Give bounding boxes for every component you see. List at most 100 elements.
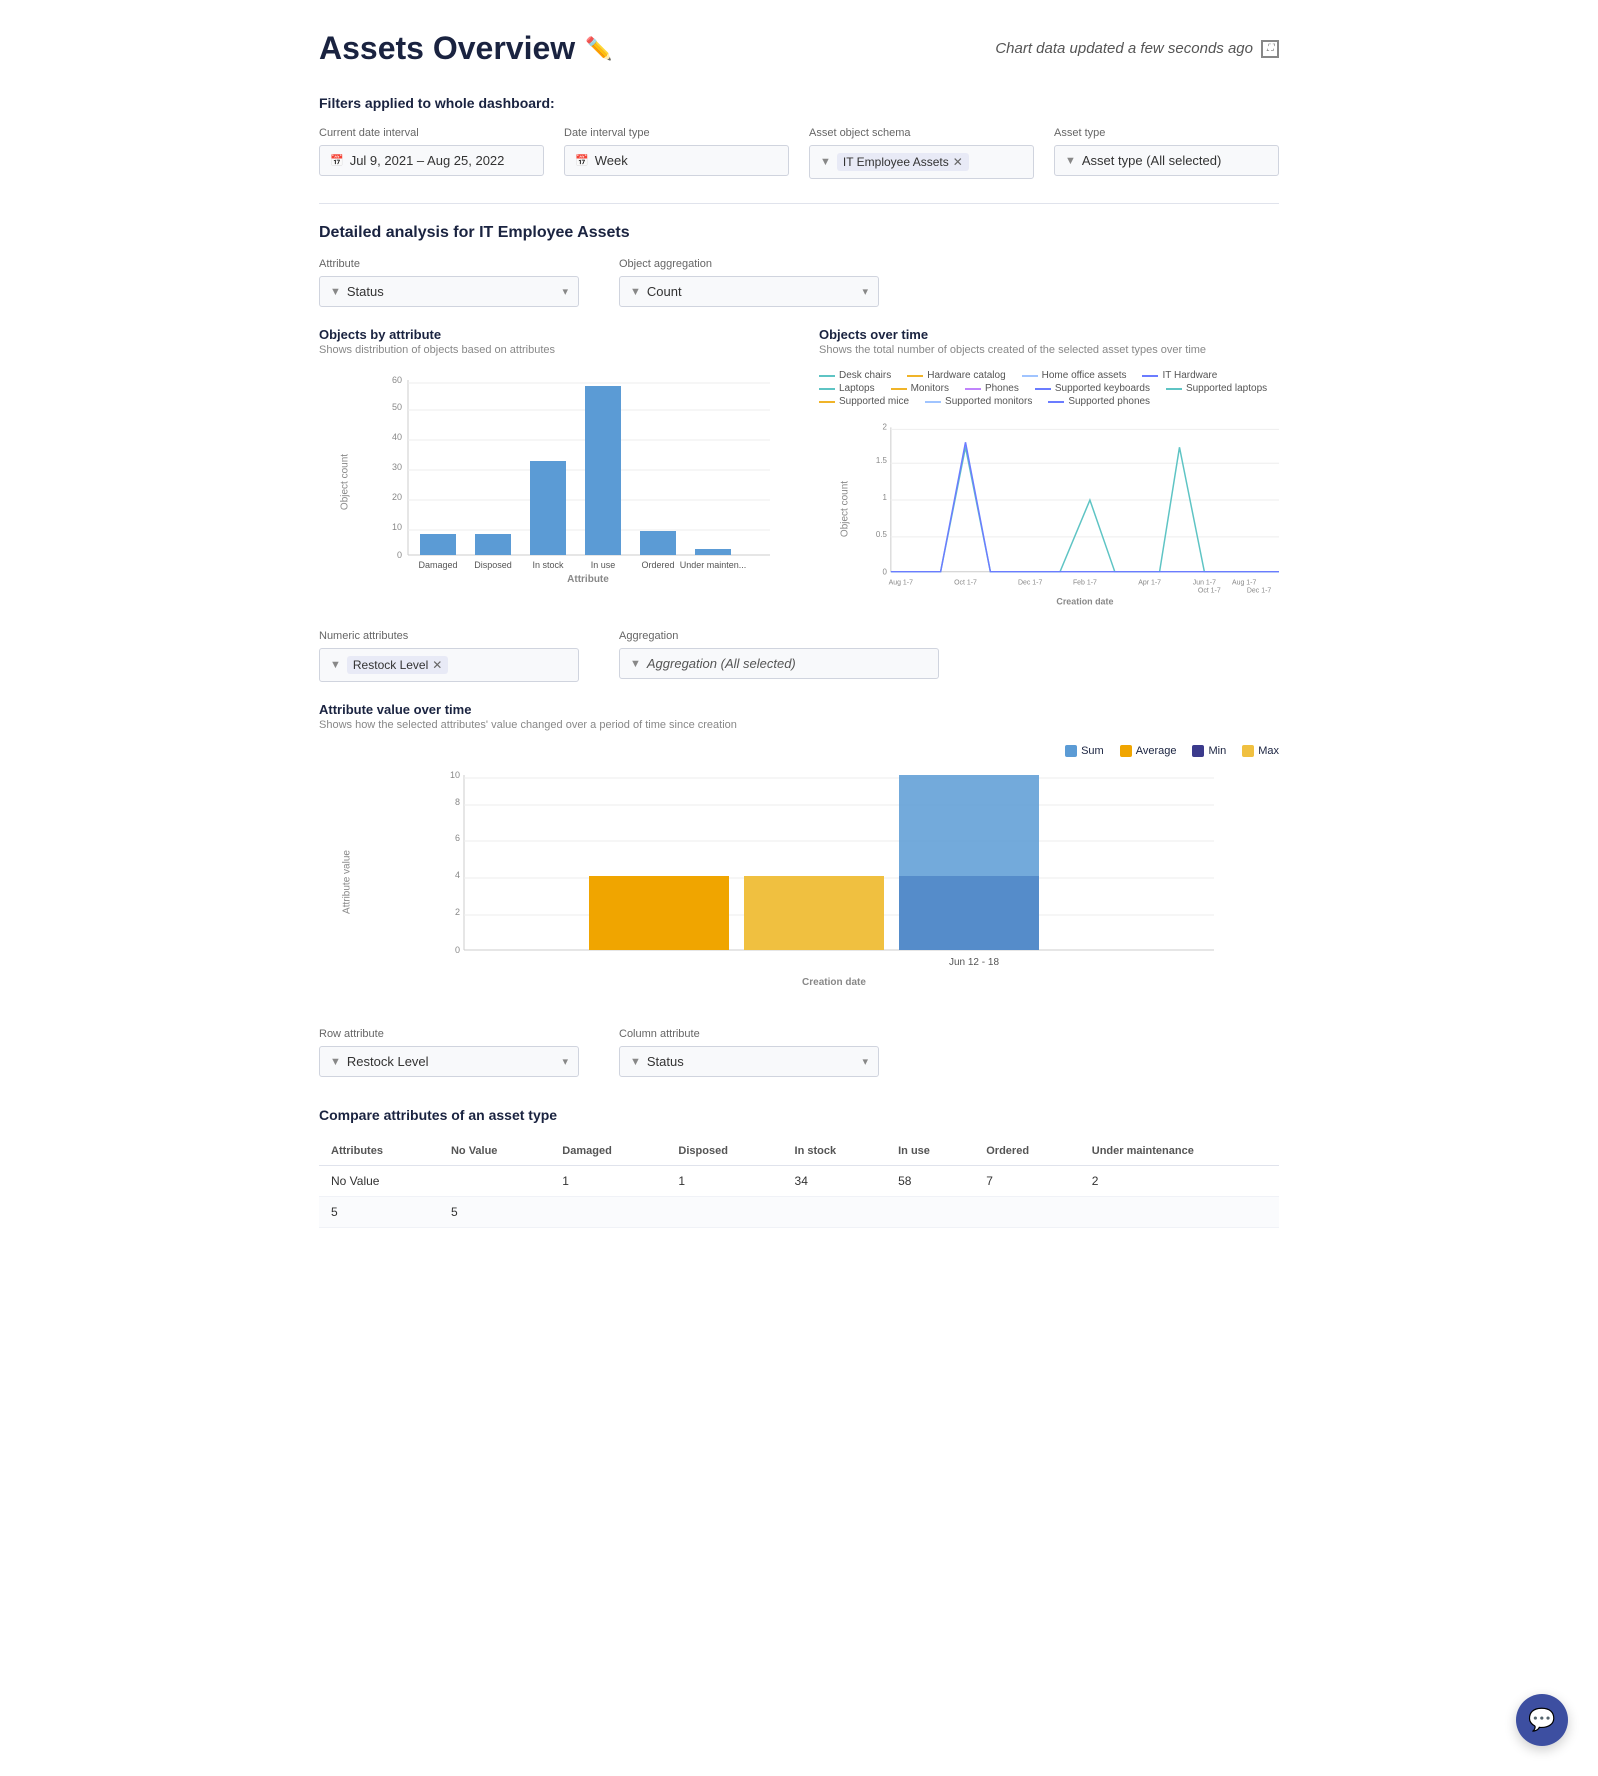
aggregation-value: Count [647,284,682,299]
th-damaged: Damaged [550,1137,666,1166]
svg-text:Disposed: Disposed [474,560,512,570]
row-attr-value: Restock Level [347,1054,429,1069]
numeric-attrs-dropdown[interactable]: ▼ Restock Level ✕ [319,648,579,682]
svg-text:1.5: 1.5 [876,456,888,465]
legend-color-sup-phones [1048,401,1064,403]
svg-text:60: 60 [392,375,402,385]
obj-attr-title: Objects by attribute [319,327,779,342]
attribute-dropdown-group: Attribute ▼ Status ▾ [319,258,579,307]
detail-dropdowns: Attribute ▼ Status ▾ Object aggregation … [319,258,1279,307]
bar-ordered [640,531,676,555]
legend-desk-chairs: Desk chairs [819,370,891,381]
chevron-row: ▾ [562,1055,568,1068]
svg-text:30: 30 [392,462,402,472]
bar-sum [899,775,1039,950]
td-5-novalue: 5 [439,1197,550,1228]
svg-text:Aug 1-7: Aug 1-7 [889,580,913,587]
compare-table-section: Compare attributes of an asset type Attr… [319,1107,1279,1228]
line-chart-svg: 0 0.5 1 1.5 2 Aug 1-7 Oct 1-7 D [861,417,1279,597]
svg-text:10: 10 [450,770,460,780]
td-novalue-inuse: 58 [886,1166,974,1197]
svg-text:Dec 1-7: Dec 1-7 [1018,580,1042,587]
numeric-attrs-row: Numeric attributes ▼ Restock Level ✕ Agg… [319,630,1279,682]
legend-sup-laptops: Supported laptops [1166,383,1267,394]
obj-time-subtitle: Shows the total number of objects create… [819,344,1279,356]
svg-text:Oct 1-7: Oct 1-7 [954,580,977,587]
legend-sup-phones: Supported phones [1048,396,1150,407]
legend-sq-sum [1065,745,1077,757]
table-body: No Value 1 1 34 58 7 2 5 5 [319,1166,1279,1228]
aggregation2-label: Aggregation [619,630,939,642]
svg-text:Creation date: Creation date [802,977,866,988]
attr-chart-svg: 0 2 4 6 8 10 [369,765,1279,995]
schema-tag: IT Employee Assets ✕ [837,153,969,171]
legend-min: Min [1192,745,1226,757]
svg-text:1: 1 [882,493,887,502]
svg-text:4: 4 [455,870,460,880]
aggregation2-dropdown[interactable]: ▼ Aggregation (All selected) [619,648,939,679]
legend-phones: Phones [965,383,1019,394]
svg-text:0: 0 [397,550,402,560]
row-attr-group: Row attribute ▼ Restock Level ▾ [319,1028,579,1077]
svg-text:2: 2 [455,907,460,917]
td-5-undermaint [1080,1197,1279,1228]
obj-time-title: Objects over time [819,327,1279,342]
legend-color-hw-catalog [907,375,923,377]
aggregation-dropdown-group: Object aggregation ▼ Count ▾ [619,258,879,307]
td-5-disposed [666,1197,782,1228]
date-type-filter: Date interval type 📅 Week [564,127,789,179]
attr-chart-wrapper: Attribute value 0 2 4 6 8 10 [319,765,1279,998]
schema-input[interactable]: ▼ IT Employee Assets ✕ [809,145,1034,179]
asset-type-input[interactable]: ▼ Asset type (All selected) [1054,145,1279,176]
row-attr-dropdown[interactable]: ▼ Restock Level ▾ [319,1046,579,1077]
legend-it-hw: IT Hardware [1142,370,1217,381]
edit-icon[interactable]: ✏️ [585,36,612,62]
legend-sup-monitors: Supported monitors [925,396,1032,407]
col-attr-dropdown[interactable]: ▼ Status ▾ [619,1046,879,1077]
svg-text:Jun 12 - 18: Jun 12 - 18 [949,957,999,968]
date-interval-filter: Current date interval 📅 Jul 9, 2021 – Au… [319,127,544,179]
date-interval-input[interactable]: 📅 Jul 9, 2021 – Aug 25, 2022 [319,145,544,176]
bar-damaged [420,534,456,555]
schema-filter: Asset object schema ▼ IT Employee Assets… [809,127,1034,179]
svg-text:Apr 1-7: Apr 1-7 [1138,580,1161,587]
th-novalue: No Value [439,1137,550,1166]
legend-avg: Average [1120,745,1177,757]
attr-value-panel: Attribute value over time Shows how the … [319,702,1279,998]
date-type-input[interactable]: 📅 Week [564,145,789,176]
svg-text:6: 6 [455,833,460,843]
svg-text:50: 50 [392,402,402,412]
legend-color-sup-monitors [925,401,941,403]
restock-tag-remove[interactable]: ✕ [432,658,442,672]
svg-text:Under mainten...: Under mainten... [680,560,747,570]
filters-heading: Filters applied to whole dashboard: [319,95,1279,111]
td-novalue-instock: 34 [783,1166,887,1197]
attribute-dropdown[interactable]: ▼ Status ▾ [319,276,579,307]
td-novalue-disposed: 1 [666,1166,782,1197]
filter-icon-row: ▼ [330,1056,341,1068]
date-interval-label: Current date interval [319,127,544,139]
bar-instock [530,461,566,555]
filter-icon-2: ▼ [1065,155,1076,167]
svg-text:Attribute: Attribute [567,574,609,585]
bar-chart-svg: 0 10 20 30 40 50 60 [361,370,779,590]
svg-text:0.5: 0.5 [876,530,888,539]
aggregation-dropdown[interactable]: ▼ Count ▾ [619,276,879,307]
legend-color-home-office [1022,375,1038,377]
col-attr-label: Column attribute [619,1028,879,1040]
filter-icon-agg2: ▼ [630,658,641,670]
filter-icon: ▼ [820,156,831,168]
schema-tag-remove[interactable]: ✕ [953,155,963,169]
svg-text:40: 40 [392,432,402,442]
svg-text:In use: In use [591,560,616,570]
bar-y-label: Object count [340,453,351,509]
calendar-icon: 📅 [330,154,344,167]
expand-icon[interactable]: ⛶ [1261,40,1279,58]
asset-type-value: Asset type (All selected) [1082,153,1221,168]
legend-monitors: Monitors [891,383,949,394]
svg-text:Creation date: Creation date [1056,597,1113,607]
legend-sup-mice: Supported mice [819,396,909,407]
line-y-label: Object count [840,480,851,536]
chat-button[interactable]: 💬 [1516,1694,1568,1746]
filters-row: Current date interval 📅 Jul 9, 2021 – Au… [319,127,1279,179]
